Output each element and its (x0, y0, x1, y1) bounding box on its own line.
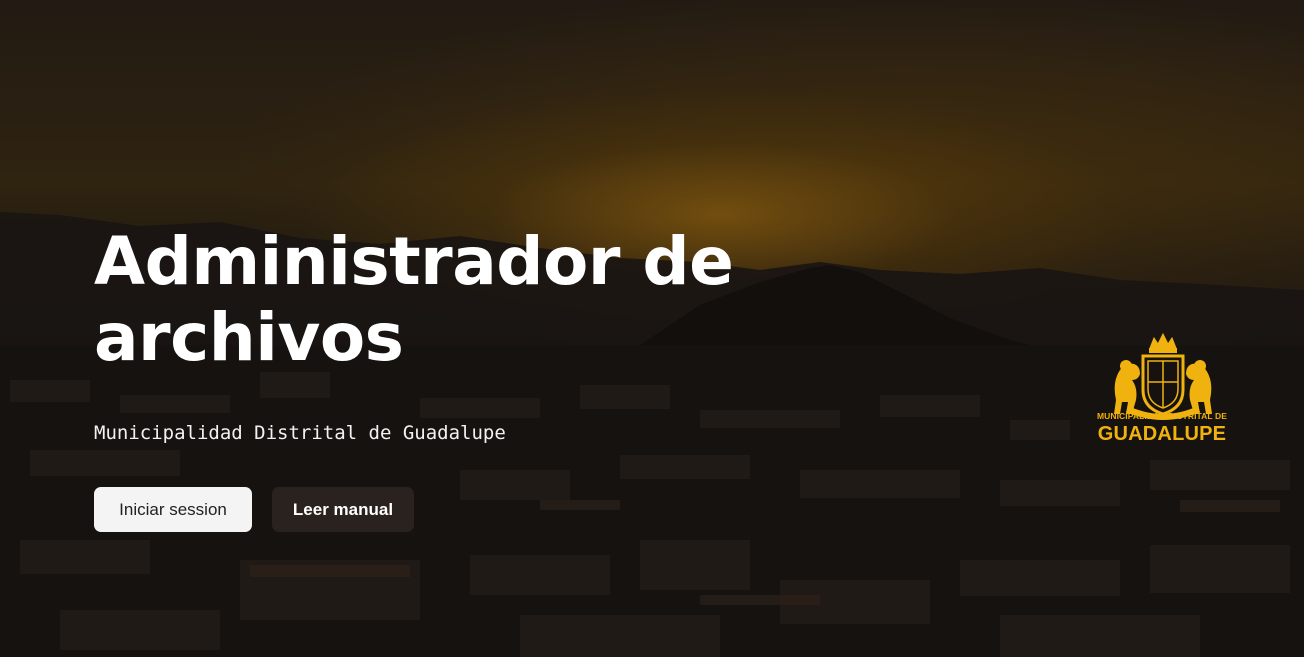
logo-text-line2: GUADALUPE (1097, 423, 1227, 445)
hero-section: Administrador de archivos Municipalidad … (0, 0, 1304, 657)
logo-text-line1: MUNICIPALIDAD DISTRITAL DE (1096, 411, 1228, 421)
page-title: Administrador de archivos (94, 223, 734, 376)
login-button[interactable]: Iniciar session (94, 487, 252, 532)
page-subtitle: Municipalidad Distrital de Guadalupe (94, 422, 506, 444)
read-manual-button[interactable]: Leer manual (272, 487, 414, 532)
